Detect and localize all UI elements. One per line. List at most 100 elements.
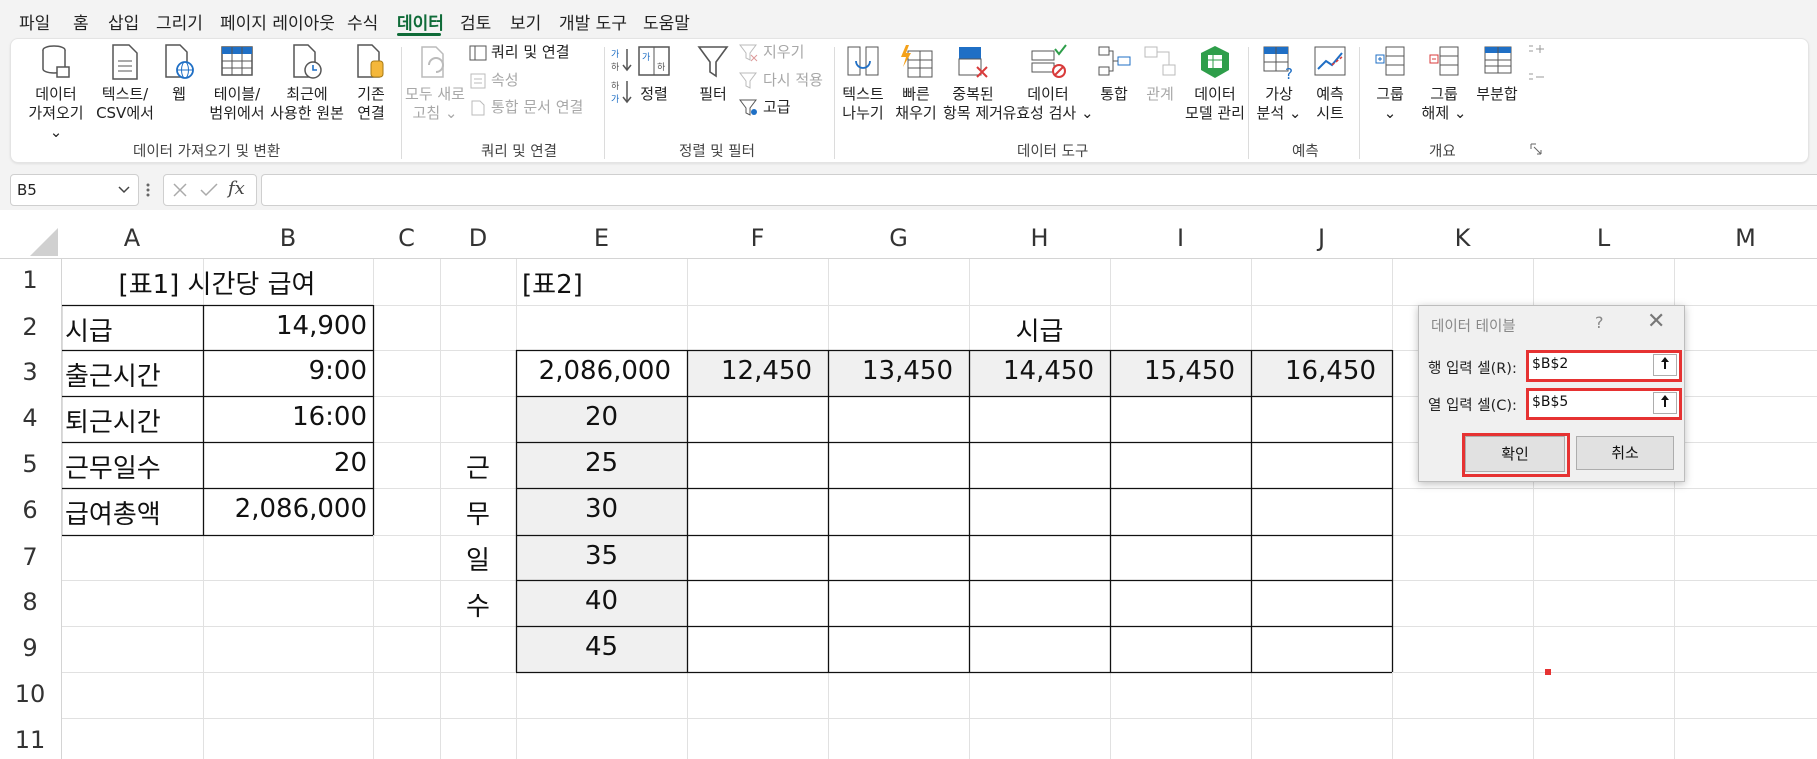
table1-label[interactable]: 퇴근시간 [65,402,161,439]
table2-corner-formula[interactable]: 2,086,000 [516,356,671,386]
row-header-1[interactable]: 1 [0,266,60,313]
range-picker-icon[interactable] [1653,354,1677,376]
table2-wage[interactable]: 15,450 [1110,356,1235,386]
relationships-button[interactable]: 관계 [1137,43,1183,104]
column-header-c[interactable]: C [373,210,440,258]
table2-days[interactable]: 40 [516,586,687,616]
column-header-g[interactable]: G [828,210,969,258]
table1-value[interactable]: 2,086,000 [203,494,367,524]
menu-home[interactable]: 홈 [73,9,89,34]
table1-value[interactable]: 16:00 [203,402,367,432]
column-header-m[interactable]: M [1674,210,1817,258]
column-input-field[interactable]: $B$5 [1526,388,1682,420]
help-icon[interactable]: ? [1595,313,1604,332]
column-header-j[interactable]: J [1251,210,1392,258]
table2-wage[interactable]: 16,450 [1251,356,1376,386]
row-header-3[interactable]: 3 [0,358,60,404]
flash-fill-button[interactable]: 빠른 채우기 [891,43,941,123]
clear-filter-button[interactable]: 지우기 [739,41,804,62]
cancel-button[interactable]: 취소 [1576,436,1674,470]
table1-value[interactable]: 9:00 [203,356,367,386]
what-if-analysis-button[interactable]: ? 가상 분석 ⌄ [1253,43,1305,123]
column-header-i[interactable]: I [1110,210,1251,258]
menu-file[interactable]: 파일 [19,9,50,34]
table2-days[interactable]: 35 [516,541,687,571]
row-header-7[interactable]: 7 [0,543,60,588]
menu-page-layout[interactable]: 페이지 레이아웃 [220,9,335,34]
table1-label[interactable]: 출근시간 [65,356,161,393]
table1-value[interactable]: 20 [203,448,367,478]
menu-view[interactable]: 보기 [510,9,541,34]
column-header-h[interactable]: H [969,210,1110,258]
data-model-button[interactable]: 데이터 모델 관리 [1179,43,1251,123]
column-header-l[interactable]: L [1533,210,1674,258]
table1-value[interactable]: 14,900 [203,311,367,341]
menu-review[interactable]: 검토 [460,9,491,34]
menu-formulas[interactable]: 수식 [347,9,378,34]
table2-wage[interactable]: 14,450 [969,356,1094,386]
row-header-5[interactable]: 5 [0,450,60,496]
column-header-f[interactable]: F [687,210,828,258]
table2-wage[interactable]: 13,450 [828,356,953,386]
enter-check-icon[interactable] [200,182,218,198]
menu-draw[interactable]: 그리기 [156,9,203,34]
edit-links-button[interactable]: 통합 문서 연결 [469,96,583,117]
table1-label[interactable]: 급여총액 [65,494,161,531]
text-to-columns-button[interactable]: 텍스트 나누기 [837,43,889,123]
chevron-down-icon[interactable] [118,186,130,194]
table1-label[interactable]: 근무일수 [65,448,161,485]
ungroup-button[interactable]: 그룹 해제 ⌄ [1416,43,1472,123]
row-header-8[interactable]: 8 [0,588,60,634]
row-header-2[interactable]: 2 [0,313,60,358]
hide-detail-icon[interactable] [1527,69,1549,88]
refresh-all-button[interactable]: 모두 새로 고침 ⌄ [403,43,467,123]
table2-days[interactable]: 20 [516,402,687,432]
range-picker-icon[interactable] [1653,392,1677,414]
data-validation-button[interactable]: 데이터 유효성 검사 ⌄ [999,43,1097,123]
table2-days-label[interactable]: 근 [440,448,516,485]
column-header-e[interactable]: E [516,210,687,258]
column-header-a[interactable]: A [61,210,203,258]
table2-wage[interactable]: 12,450 [687,356,812,386]
show-detail-icon[interactable] [1527,41,1549,60]
table1-label[interactable]: 시급 [65,311,113,348]
sort-descending-button[interactable]: 하가 [611,79,637,105]
more-options-icon[interactable] [145,182,151,198]
select-all-corner[interactable] [20,226,60,258]
forecast-sheet-button[interactable]: 예측 시트 [1307,43,1353,123]
subtotal-button[interactable]: 부분합 [1469,43,1525,104]
column-header-d[interactable]: D [440,210,516,258]
column-header-k[interactable]: K [1392,210,1533,258]
close-icon[interactable]: ✕ [1647,309,1665,334]
row-input-field[interactable]: $B$2 [1526,350,1682,382]
table2-days[interactable]: 25 [516,448,687,478]
cancel-icon[interactable] [172,182,188,198]
consolidate-button[interactable]: 통합 [1091,43,1137,104]
group-button[interactable]: 그룹 ⌄ [1366,43,1414,123]
web-button[interactable]: 웹 [159,43,199,104]
text-csv-button[interactable]: 텍스트/CSV에서 [93,43,157,123]
existing-connections-button[interactable]: 기존 연결 [345,43,397,123]
menu-help[interactable]: 도움말 [643,9,690,34]
row-header-4[interactable]: 4 [0,404,60,450]
recent-sources-button[interactable]: 최근에 사용한 원본 [259,43,355,123]
row-header-6[interactable]: 6 [0,496,60,543]
menu-data[interactable]: 데이터 [397,9,444,34]
menu-insert[interactable]: 삽입 [108,9,139,34]
queries-connections-button[interactable]: 쿼리 및 연결 [469,41,570,62]
advanced-filter-button[interactable]: 고급 [739,96,791,117]
table2-days[interactable]: 30 [516,494,687,524]
filter-button[interactable]: 필터 [693,43,733,104]
column-header-b[interactable]: B [203,210,373,258]
row-header-10[interactable]: 10 [0,680,60,726]
table2-title[interactable]: [표2] [522,264,583,301]
table2-header[interactable]: 시급 [687,311,1392,348]
insert-function-icon[interactable]: fx [228,178,245,199]
sort-ascending-button[interactable]: 가하 [611,47,637,73]
ok-button[interactable]: 확인 [1465,436,1565,472]
table2-days-label[interactable]: 일 [440,540,516,577]
name-box[interactable]: B5 [10,174,139,206]
table2-days-label[interactable]: 무 [440,494,516,531]
outline-dialog-launcher-icon[interactable] [1530,139,1546,157]
table2-days[interactable]: 45 [516,632,687,662]
